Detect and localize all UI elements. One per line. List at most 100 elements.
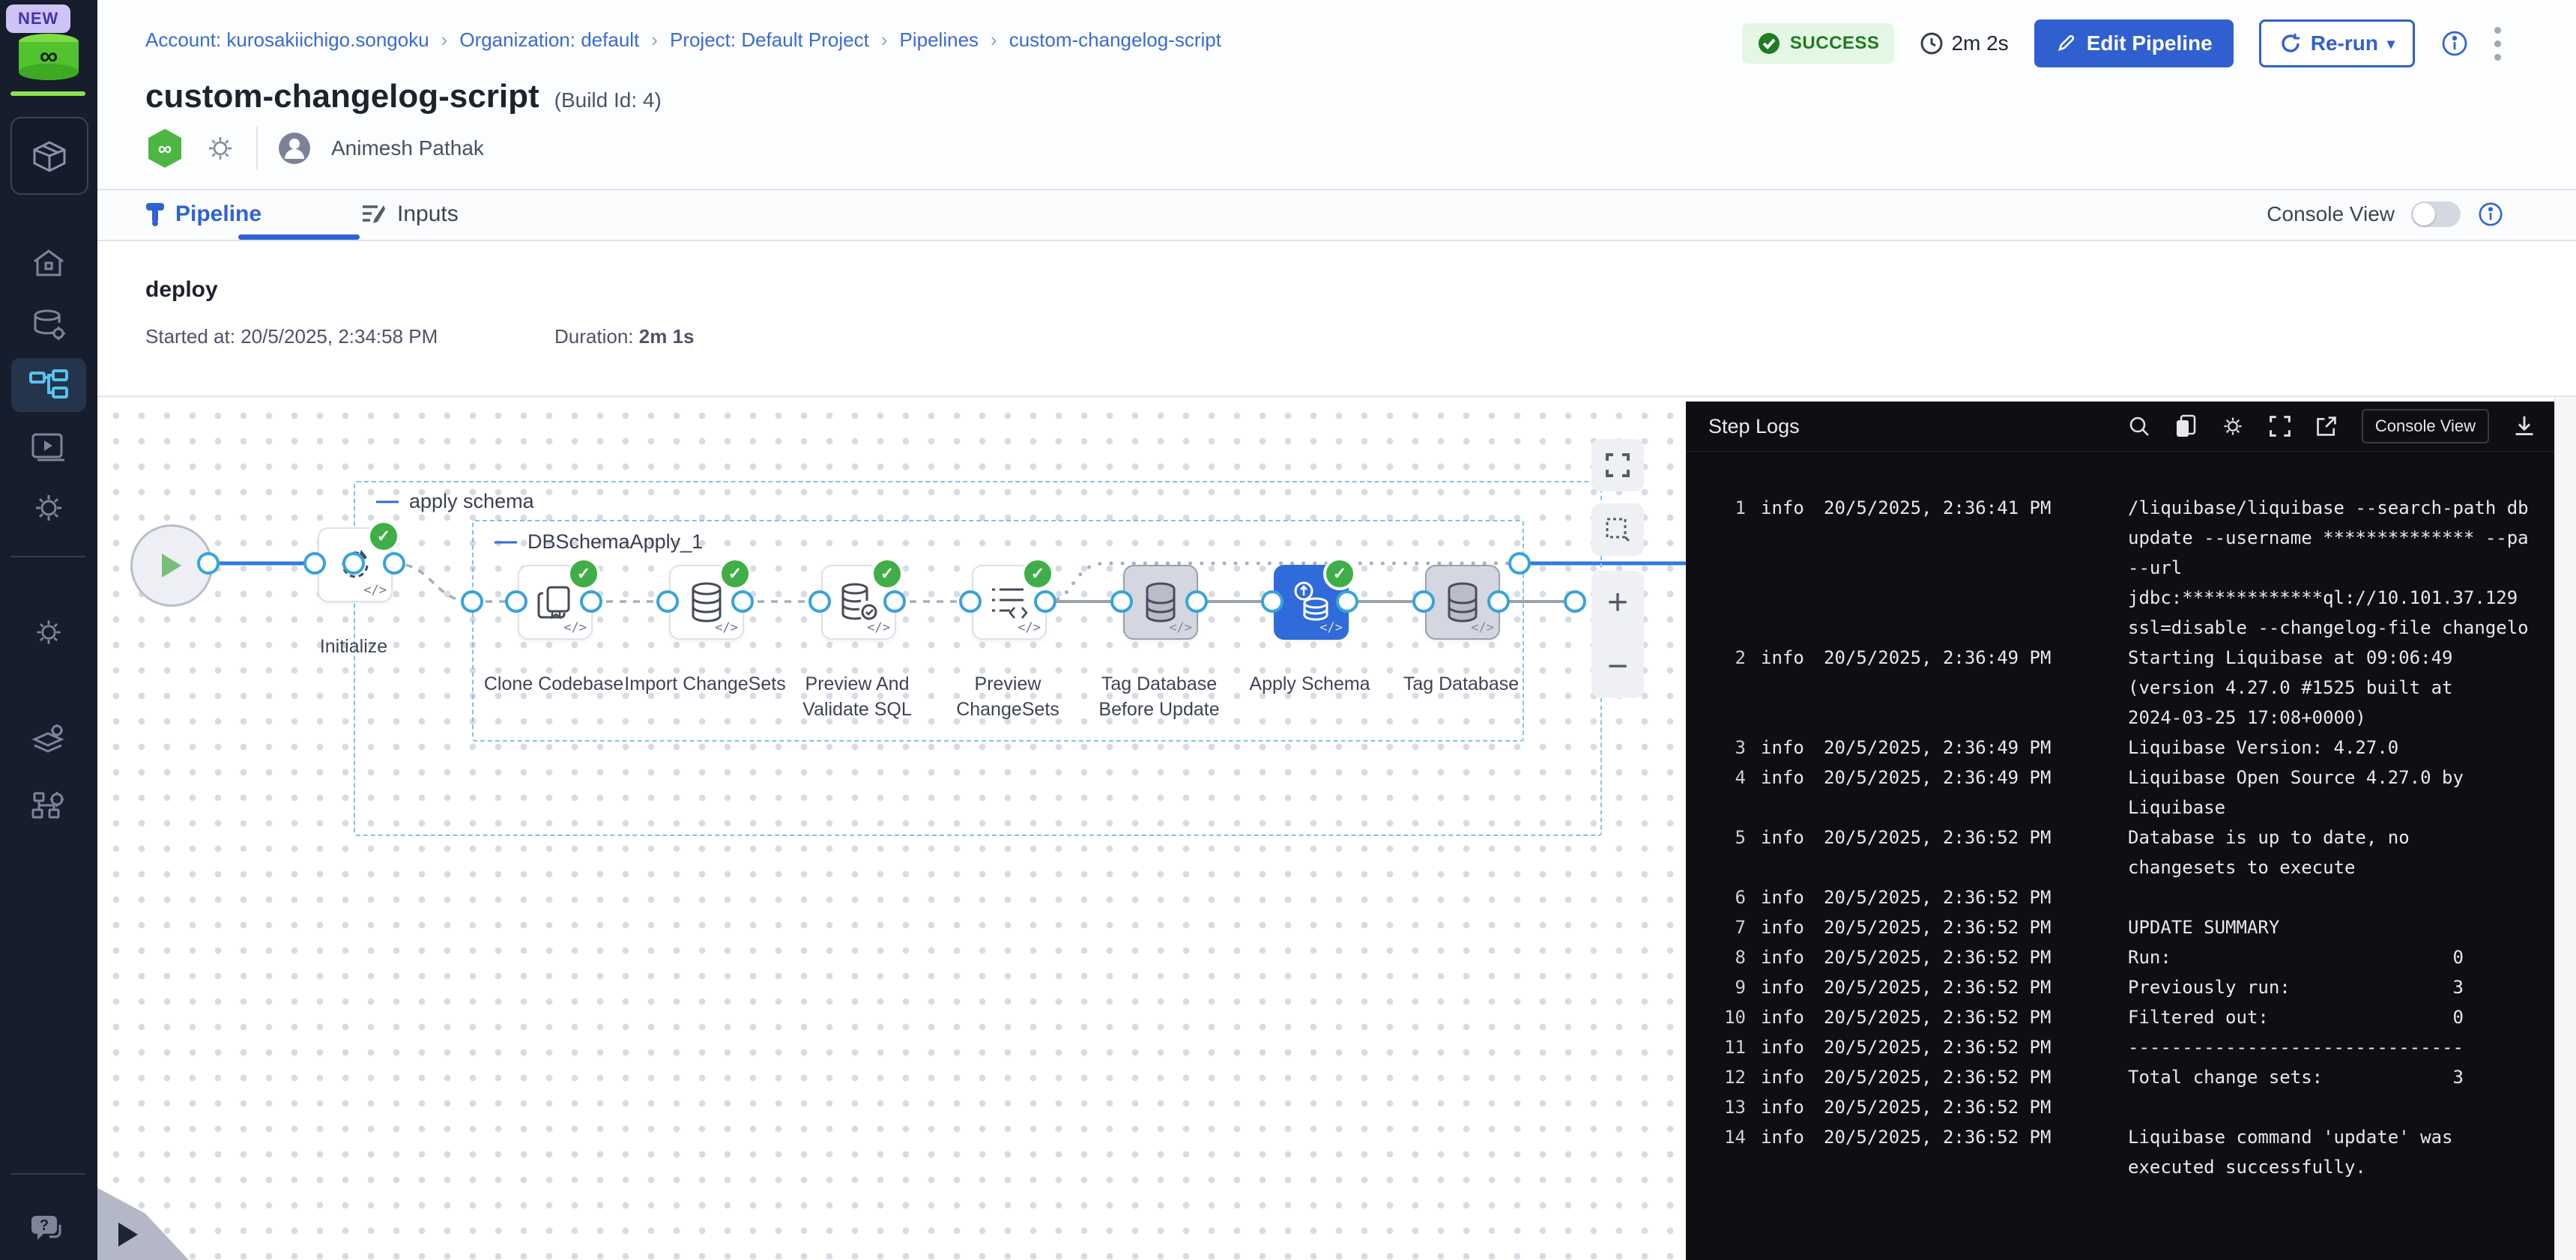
port[interactable] xyxy=(1564,590,1586,613)
breadcrumb-link[interactable]: Organization: default xyxy=(459,28,639,52)
pipelines-icon xyxy=(28,369,69,402)
log-level: info xyxy=(1761,1002,1803,1032)
port[interactable] xyxy=(1110,590,1133,613)
zoom-out-button[interactable]: − xyxy=(1607,649,1628,685)
log-row: 1info20/5/2025, 2:36:41 PM/liquibase/liq… xyxy=(1704,493,2555,643)
sidebar-item-databases[interactable] xyxy=(11,298,86,352)
database-icon xyxy=(689,581,725,623)
sidebar-item-environments[interactable] xyxy=(11,713,86,767)
fullscreen-button[interactable] xyxy=(1591,439,1644,491)
log-timestamp: 20/5/2025, 2:36:52 PM xyxy=(1824,1032,2056,1062)
log-line-number: 12 xyxy=(1704,1062,1746,1092)
breadcrumb-link[interactable]: Account: kurosakiichigo.songoku xyxy=(145,28,429,52)
sidebar-item-org-settings[interactable] xyxy=(11,779,86,833)
group-label[interactable]: — apply schema xyxy=(376,488,534,514)
pipeline-canvas[interactable]: — apply schema — DBSchemaApply_1 ✓ </> I… xyxy=(97,397,2576,1260)
log-row: 6info20/5/2025, 2:36:52 PM xyxy=(1704,882,2555,912)
log-row: 3info20/5/2025, 2:36:49 PMLiquibase Vers… xyxy=(1704,733,2555,763)
log-row: 2info20/5/2025, 2:36:49 PMStarting Liqui… xyxy=(1704,643,2555,733)
gear-icon[interactable] xyxy=(204,132,237,165)
clock-icon xyxy=(1920,31,1944,55)
download-icon[interactable] xyxy=(2513,414,2536,438)
tab-pipeline[interactable]: Pipeline xyxy=(145,190,261,238)
info-icon[interactable] xyxy=(2477,201,2504,228)
success-check-icon: ✓ xyxy=(871,557,904,590)
breadcrumb-link[interactable]: Pipelines xyxy=(900,28,979,52)
port[interactable] xyxy=(1261,590,1284,613)
gear-icon[interactable] xyxy=(2221,414,2245,438)
open-in-new-icon[interactable] xyxy=(2315,415,2338,437)
execution-duration: 2m 2s xyxy=(1920,31,2008,55)
port[interactable] xyxy=(656,590,679,613)
log-message: UPDATE SUMMARY xyxy=(2128,912,2555,942)
clone-icon xyxy=(536,583,575,622)
marquee-select-button[interactable] xyxy=(1591,503,1644,556)
module-switcher-button[interactable] xyxy=(10,117,88,195)
port[interactable] xyxy=(1336,590,1358,613)
sidebar-divider xyxy=(10,556,85,557)
port[interactable] xyxy=(1185,590,1208,613)
page-title: custom-changelog-script xyxy=(145,78,539,115)
port[interactable] xyxy=(342,552,365,575)
collapse-icon[interactable]: — xyxy=(495,529,517,554)
sidebar-item-help[interactable]: ? xyxy=(11,1203,86,1257)
port[interactable] xyxy=(1034,590,1056,613)
port[interactable] xyxy=(383,552,405,575)
port[interactable] xyxy=(580,590,602,613)
sidebar-item-home[interactable] xyxy=(11,237,86,291)
group-label[interactable]: — DBSchemaApply_1 xyxy=(495,529,703,554)
port[interactable] xyxy=(1508,552,1531,575)
code-icon: </> xyxy=(867,620,890,635)
rerun-button[interactable]: Re-run ▾ xyxy=(2259,19,2415,67)
console-view-button[interactable]: Console View xyxy=(2362,409,2489,443)
log-timestamp: 20/5/2025, 2:36:52 PM xyxy=(1824,1002,2056,1032)
sidebar-item-pipelines[interactable] xyxy=(11,358,86,412)
breadcrumb-link[interactable]: Project: Default Project xyxy=(670,28,869,52)
new-badge: NEW xyxy=(6,4,70,33)
port[interactable] xyxy=(731,590,754,613)
log-output[interactable]: 1info20/5/2025, 2:36:41 PM/liquibase/liq… xyxy=(1704,451,2555,1260)
port[interactable] xyxy=(959,590,982,613)
breadcrumb-link[interactable]: custom-changelog-script xyxy=(1009,28,1221,52)
port[interactable] xyxy=(883,590,906,613)
console-view-toggle[interactable] xyxy=(2411,202,2461,227)
port[interactable] xyxy=(808,590,831,613)
log-level: info xyxy=(1761,882,1803,912)
edit-pipeline-button[interactable]: Edit Pipeline xyxy=(2034,19,2234,67)
sidebar-item-settings[interactable] xyxy=(11,481,86,535)
collapse-icon[interactable]: — xyxy=(376,488,399,514)
port[interactable] xyxy=(197,552,220,575)
search-icon[interactable] xyxy=(2128,415,2150,437)
port[interactable] xyxy=(461,590,483,613)
zoom-in-button[interactable]: + xyxy=(1607,585,1628,621)
database-devops-logo-icon[interactable]: ∞ xyxy=(16,33,81,81)
scrollbar[interactable] xyxy=(2554,397,2576,1260)
chevron-right-icon xyxy=(118,1223,138,1247)
log-row: 13info20/5/2025, 2:36:52 PM xyxy=(1704,1092,2555,1122)
log-line-number: 10 xyxy=(1704,1002,1746,1032)
breadcrumb-separator: › xyxy=(441,28,448,52)
more-options-button[interactable] xyxy=(2494,27,2501,61)
tab-inputs[interactable]: Inputs xyxy=(361,190,459,238)
copy-icon[interactable] xyxy=(2174,414,2197,438)
port[interactable] xyxy=(1412,590,1435,613)
log-row: 8info20/5/2025, 2:36:52 PMRun: 0 xyxy=(1704,942,2555,972)
breadcrumb-separator: › xyxy=(881,28,888,52)
database-gear-icon xyxy=(30,306,67,344)
log-timestamp: 20/5/2025, 2:36:52 PM xyxy=(1824,972,2056,1002)
step-label: Initialize xyxy=(267,634,440,659)
port[interactable] xyxy=(1487,590,1510,613)
sidebar-item-executions[interactable] xyxy=(11,421,86,475)
database-icon xyxy=(1143,581,1179,623)
code-icon: </> xyxy=(363,583,387,598)
info-icon[interactable] xyxy=(2440,29,2469,58)
port[interactable] xyxy=(303,552,326,575)
log-message: Total change sets: 3 xyxy=(2128,1062,2555,1092)
breadcrumb-separator: › xyxy=(991,28,997,52)
sidebar-item-account-settings[interactable] xyxy=(11,605,86,659)
stage-duration: Duration: 2m 1s xyxy=(554,325,694,348)
code-icon: </> xyxy=(715,620,738,635)
fullscreen-icon[interactable] xyxy=(2269,415,2291,437)
port[interactable] xyxy=(505,590,527,613)
log-line-number: 14 xyxy=(1704,1122,1746,1152)
